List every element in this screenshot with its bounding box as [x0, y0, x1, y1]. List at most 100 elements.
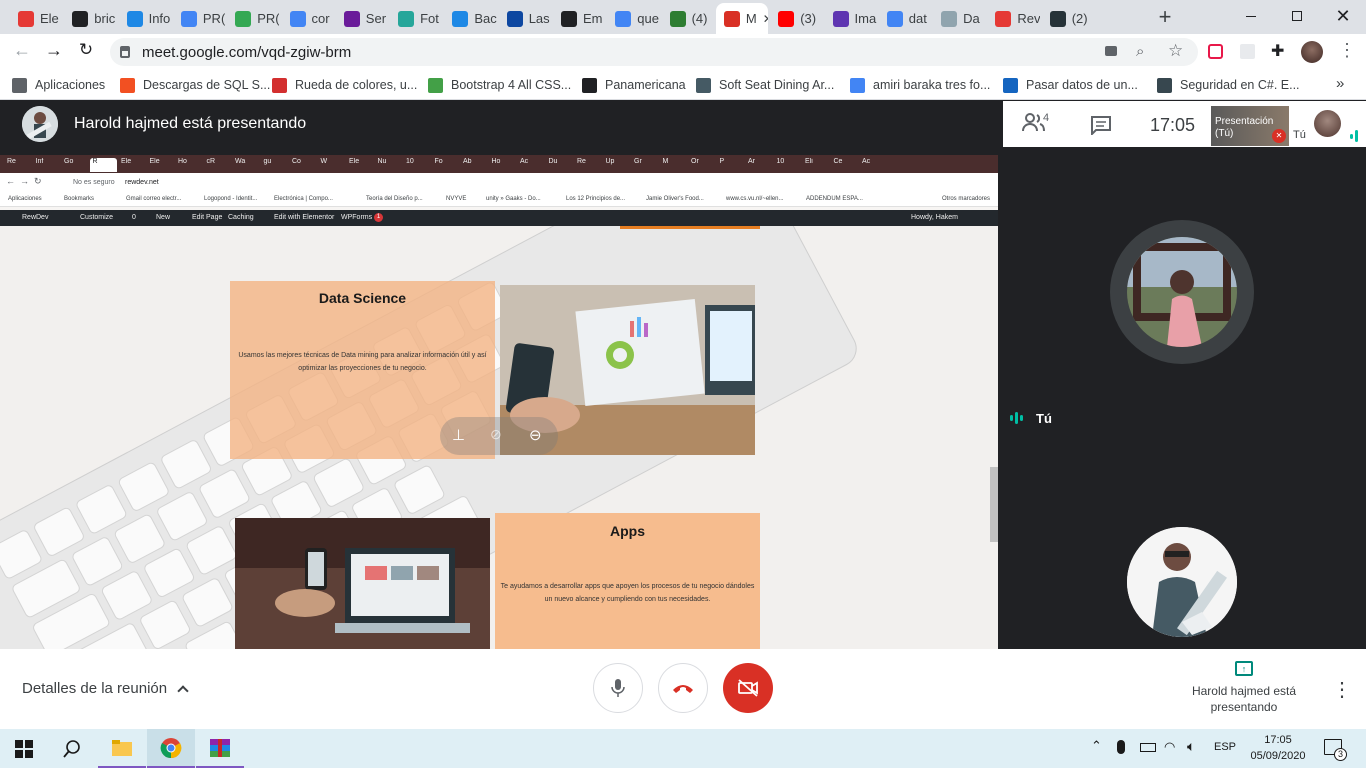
bookmark-item[interactable]: Soft Seat Dining Ar... — [696, 76, 834, 94]
browser-tab[interactable]: Ser — [336, 3, 388, 34]
forward-button[interactable]: → — [42, 40, 66, 64]
more-bookmarks-button[interactable]: » — [1336, 75, 1344, 92]
wifi-icon[interactable]: ◠ — [1164, 739, 1175, 755]
bookmark-label: Aplicaciones — [35, 78, 106, 92]
bookmark-item[interactable]: Seguridad en C#. E... — [1157, 76, 1300, 94]
self-presentation-tile[interactable]: Presentación (Tú) ✕ — [1211, 106, 1289, 146]
input-language[interactable]: ESP — [1214, 741, 1236, 753]
self-short-label: Tú — [1293, 129, 1306, 141]
browser-tab[interactable]: Fot — [390, 3, 442, 34]
chat-button[interactable] — [1090, 115, 1112, 137]
browser-tab[interactable]: (2) — [1042, 3, 1094, 34]
shared-tab: Go — [64, 158, 74, 165]
chrome-button[interactable] — [147, 729, 195, 768]
participant-tile-self[interactable] — [1110, 220, 1254, 364]
browser-tab[interactable]: Ima — [825, 3, 877, 34]
bookmark-item[interactable]: amiri baraka tres fo... — [850, 76, 990, 94]
new-tab-button[interactable]: + — [1152, 4, 1178, 30]
tray-microphone-icon — [1117, 740, 1125, 754]
tab-label: Info — [148, 11, 171, 26]
browser-tab[interactable]: (3) — [770, 3, 822, 34]
pocket-extension-icon[interactable] — [1208, 44, 1223, 59]
camera-toggle-button[interactable] — [723, 663, 773, 713]
volume-icon[interactable]: 🔈︎ — [1187, 738, 1195, 755]
close-icon: ✕ — [1335, 5, 1351, 26]
tab-label: (4) — [691, 11, 708, 26]
bookmark-favicon-icon — [272, 77, 287, 93]
shared-bookmark-item: Teoría del Diseño p... — [366, 196, 423, 202]
shared-url: rewdev.net — [125, 179, 159, 186]
shared-tab: Du — [548, 158, 558, 165]
tab-label: Las — [528, 11, 550, 26]
browser-tab[interactable]: Da — [933, 3, 985, 34]
zoom-icon[interactable]: ⌕ — [1136, 43, 1144, 60]
browser-tab[interactable]: PR( — [227, 3, 279, 34]
wp-admin-item: Edit with Elementor — [274, 214, 335, 221]
bookmark-favicon-icon — [12, 77, 27, 93]
bookmark-item[interactable]: Rueda de colores, u... — [272, 76, 417, 94]
wp-admin-item: Edit Page — [192, 214, 223, 221]
tab-favicon-icon — [723, 10, 740, 27]
bookmark-item[interactable]: Pasar datos de un... — [1003, 76, 1138, 94]
bookmark-item[interactable]: Aplicaciones — [12, 76, 105, 94]
shared-bookmark-item: Logopond - Identit... — [204, 196, 258, 202]
browser-tab[interactable]: Ele — [10, 3, 62, 34]
browser-tab[interactable]: Info — [119, 3, 171, 34]
shared-tab: Inf — [35, 158, 44, 165]
battery-icon[interactable] — [1140, 743, 1156, 752]
start-button[interactable] — [0, 729, 48, 768]
browser-tab[interactable]: dat — [879, 3, 931, 34]
browser-tab[interactable]: M ✕ — [715, 3, 769, 34]
tab-label: Ser — [365, 11, 387, 26]
bookmark-item[interactable]: Bootstrap 4 All CSS... — [428, 76, 571, 94]
shared-nav-icons: ← → ↻ — [6, 176, 42, 186]
browser-tab[interactable]: PR( — [173, 3, 225, 34]
browser-tab[interactable]: Em — [553, 3, 605, 34]
remove-tile-icon[interactable]: ⊖ — [529, 426, 542, 444]
close-window-button[interactable]: ✕ — [1320, 0, 1366, 32]
browser-tab[interactable]: Rev — [987, 3, 1040, 34]
browser-tab[interactable]: (4) — [662, 3, 714, 34]
profile-avatar[interactable] — [1301, 41, 1323, 63]
taskbar-time: 17:05 — [1264, 734, 1292, 746]
bookmark-star-icon[interactable]: ☆ — [1168, 41, 1183, 61]
camera-icon[interactable] — [1105, 46, 1117, 56]
browser-tab[interactable]: bric — [64, 3, 116, 34]
reload-button[interactable]: ↻ — [74, 40, 98, 64]
browser-tab[interactable]: que — [607, 3, 659, 34]
close-tab-icon[interactable]: ✕ — [763, 12, 768, 26]
shared-tab: Fo — [434, 158, 443, 165]
muted-mic-icon: ✕ — [1272, 129, 1286, 143]
minimize-button[interactable] — [1228, 0, 1274, 32]
browser-menu-icon[interactable]: ⋮ — [1338, 40, 1356, 61]
url-text[interactable]: meet.google.com/vqd-zgiw-brm — [142, 44, 351, 61]
taskbar-clock[interactable]: 17:05 05/09/2020 — [1248, 732, 1308, 764]
browser-tab[interactable]: Las — [499, 3, 551, 34]
hang-up-icon — [673, 685, 693, 693]
bookmark-item[interactable]: Panamericana — [582, 76, 686, 94]
tab-label: Da — [963, 11, 980, 26]
wp-howdy: Howdy, Hakem — [911, 214, 958, 221]
microphone-button[interactable] — [593, 663, 643, 713]
bookmark-favicon-icon — [1003, 77, 1018, 93]
browser-tab[interactable]: cor — [282, 3, 334, 34]
shared-tab: Ho — [178, 158, 187, 165]
browser-tab[interactable]: Bac — [444, 3, 497, 34]
back-button[interactable]: ← — [10, 40, 34, 64]
extensions-puzzle-icon[interactable]: ✚ — [1271, 41, 1284, 61]
participant-tile-presenter[interactable] — [1127, 527, 1237, 637]
leave-call-button[interactable] — [658, 663, 708, 713]
file-explorer-button[interactable] — [98, 729, 146, 768]
tab-favicon-icon — [561, 10, 577, 27]
more-options-icon[interactable]: ⋮ — [1332, 677, 1352, 702]
search-button[interactable] — [48, 729, 96, 768]
bookmark-item[interactable]: Descargas de SQL S... — [120, 76, 270, 94]
restore-button[interactable] — [1274, 0, 1320, 32]
show-hidden-icons[interactable]: ⌃ — [1091, 738, 1102, 754]
extension-icon[interactable] — [1240, 44, 1255, 59]
mute-tile-icon[interactable]: ⊘ — [490, 426, 502, 443]
pin-icon[interactable]: ⊥ — [452, 426, 465, 444]
present-now-icon[interactable]: ↑ — [1235, 661, 1253, 676]
winrar-button[interactable] — [196, 729, 244, 768]
meeting-details-button[interactable]: Detalles de la reunión — [22, 680, 189, 697]
